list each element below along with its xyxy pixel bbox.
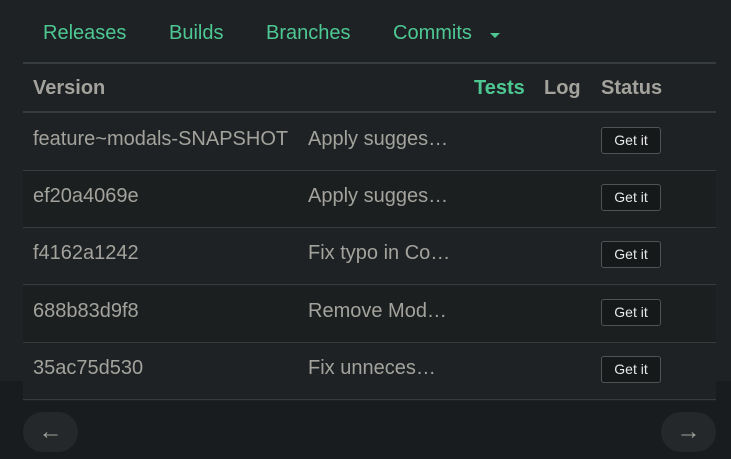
- table-row: feature~modals-SNAPSHOT Apply sugges… Ge…: [23, 114, 716, 171]
- arrow-left-icon[interactable]: ←: [23, 412, 78, 452]
- commit-message-cell: Remove Mod…: [308, 300, 447, 322]
- commit-message-cell: Apply sugges…: [308, 185, 449, 207]
- version-cell: ef20a4069e: [33, 185, 139, 207]
- get-it-button[interactable]: Get it: [601, 356, 661, 383]
- version-cell: 688b83d9f8: [33, 300, 139, 322]
- get-it-button[interactable]: Get it: [601, 241, 661, 268]
- version-cell: 35ac75d530: [33, 357, 144, 379]
- tab-commits[interactable]: Commits: [393, 22, 472, 45]
- arrow-right-icon[interactable]: →: [661, 412, 716, 452]
- commit-message-cell: Fix unneces…: [308, 357, 436, 379]
- table-row: 35ac75d530 Fix unneces… Get it: [23, 343, 716, 400]
- table-row: 688b83d9f8 Remove Mod… Get it: [23, 286, 716, 343]
- column-header-status: Status: [601, 77, 663, 99]
- get-it-button[interactable]: Get it: [601, 127, 661, 154]
- caret-down-icon[interactable]: [490, 33, 500, 38]
- commits-panel: Releases Builds Branches Commits Version…: [23, 0, 716, 401]
- commit-message-cell: Apply sugges…: [308, 128, 449, 150]
- get-it-button[interactable]: Get it: [601, 299, 661, 326]
- tab-branches[interactable]: Branches: [266, 22, 351, 45]
- column-header-log[interactable]: Log: [544, 77, 581, 100]
- tab-releases[interactable]: Releases: [43, 22, 126, 45]
- commit-message-cell: Fix typo in Co…: [308, 242, 451, 264]
- table-row: ef20a4069e Apply sugges… Get it: [23, 171, 716, 228]
- tab-bar: Releases Builds Branches Commits: [23, 0, 716, 64]
- column-header-version: Version: [33, 77, 106, 99]
- column-header-tests[interactable]: Tests: [474, 77, 525, 100]
- table-header: Version Tests Log Status: [23, 64, 716, 113]
- table-row: f4162a1242 Fix typo in Co… Get it: [23, 228, 716, 285]
- version-cell: f4162a1242: [33, 242, 139, 264]
- version-cell: feature~modals-SNAPSHOT: [33, 128, 289, 150]
- tab-builds[interactable]: Builds: [169, 22, 223, 45]
- get-it-button[interactable]: Get it: [601, 184, 661, 211]
